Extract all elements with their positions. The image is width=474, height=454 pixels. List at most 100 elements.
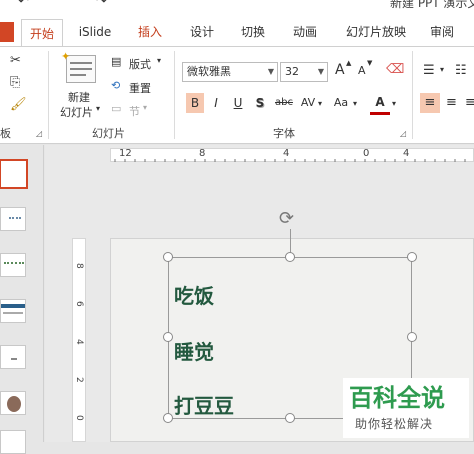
- align-center-icon[interactable]: ≡: [446, 95, 457, 110]
- down-arrow-icon: ▼: [367, 59, 373, 67]
- rotate-handle-icon[interactable]: ⟳: [279, 210, 294, 228]
- slide-thumbnail[interactable]: [0, 299, 26, 323]
- ruler-tick-label: 6: [74, 301, 84, 307]
- bold-button[interactable]: B: [186, 93, 204, 113]
- slide-thumbnail[interactable]: [0, 430, 26, 454]
- redo-icon[interactable]: ↷: [96, 0, 107, 9]
- slide-thumbnail[interactable]: [0, 207, 26, 231]
- ruler-tick-label: 12: [119, 148, 132, 159]
- resize-handle[interactable]: [407, 332, 417, 342]
- tab-insert[interactable]: 插入: [128, 18, 172, 46]
- font-group-label: 字体: [273, 127, 295, 140]
- numbering-icon[interactable]: ☷: [455, 63, 467, 78]
- tab-slideshow[interactable]: 幻灯片放映: [336, 18, 416, 46]
- font-launcher-icon[interactable]: ◿: [400, 129, 406, 138]
- slide-thumbnail[interactable]: [0, 253, 26, 277]
- slide-text-line[interactable]: 吃饭: [174, 280, 214, 309]
- chevron-down-icon: ▾: [440, 65, 445, 74]
- resize-handle[interactable]: [407, 252, 417, 262]
- font-name-value: 微软雅黑: [187, 65, 231, 78]
- decrease-font-button[interactable]: A: [358, 64, 366, 77]
- tab-islide[interactable]: iSlide: [72, 18, 118, 46]
- font-color-button[interactable]: A: [370, 93, 390, 115]
- slide-text-line[interactable]: 睡觉: [174, 336, 214, 365]
- font-size-value: 32: [285, 65, 299, 78]
- align-right-icon[interactable]: ≡: [465, 95, 474, 110]
- ruler-tick-label: 8: [74, 263, 84, 269]
- resize-handle[interactable]: [285, 252, 295, 262]
- chevron-down-icon: ▾: [143, 103, 148, 112]
- watermark-subtitle: 助你轻松解决: [355, 417, 434, 431]
- reset-icon[interactable]: ⟲: [111, 79, 120, 92]
- divider: [48, 51, 49, 139]
- new-slide-label[interactable]: 幻灯片: [60, 104, 93, 120]
- section-icon[interactable]: ▭: [111, 102, 121, 115]
- align-left-icon[interactable]: ≡: [420, 93, 440, 113]
- underline-button[interactable]: U: [230, 93, 246, 113]
- resize-handle[interactable]: [163, 332, 173, 342]
- tab-transitions[interactable]: 切换: [231, 18, 275, 46]
- chevron-down-icon: ▼: [267, 67, 274, 76]
- layout-icon[interactable]: ▤: [111, 55, 121, 68]
- resize-handle[interactable]: [285, 413, 295, 423]
- undo-icon[interactable]: ↶: [18, 0, 29, 9]
- increase-font-button[interactable]: A: [335, 62, 345, 78]
- vertical-ruler: 8 6 4 2 0: [72, 238, 86, 442]
- slide-thumbnail[interactable]: [0, 159, 28, 189]
- clipboard-launcher-icon[interactable]: ◿: [36, 129, 42, 138]
- divider: [412, 51, 413, 139]
- clipboard-group-label: 板: [0, 127, 11, 140]
- ruler-tick-label: 0: [363, 148, 370, 159]
- bullets-icon[interactable]: ☰: [423, 63, 435, 78]
- chevron-down-icon: ▼: [317, 67, 324, 76]
- chevron-down-icon: ▾: [157, 56, 162, 65]
- ribbon-tabs: 开始 iSlide 插入 设计 切换 动画 幻灯片放映 审阅: [0, 18, 474, 47]
- slide-thumbnail[interactable]: [0, 345, 26, 369]
- copy-icon[interactable]: ⎘: [10, 75, 20, 90]
- watermark: 百科全说 助你轻松解决: [343, 378, 469, 438]
- rotate-handle-line: [290, 229, 291, 254]
- clear-format-icon[interactable]: ⌫: [386, 62, 404, 77]
- format-painter-icon[interactable]: 🖌: [10, 97, 27, 112]
- horizontal-ruler: 12 8 4 0 4: [110, 148, 474, 162]
- italic-button[interactable]: I: [208, 93, 224, 113]
- font-size-combo[interactable]: 32 ▼: [280, 62, 328, 82]
- ruler-tick-label: 0: [74, 415, 84, 421]
- slide-text-line[interactable]: 打豆豆: [174, 390, 234, 419]
- ruler-tick-label: 4: [74, 339, 84, 345]
- tab-home[interactable]: 开始: [21, 19, 63, 47]
- layout-button[interactable]: 版式: [129, 56, 151, 72]
- shadow-button[interactable]: S: [252, 93, 268, 113]
- up-arrow-icon: ▲: [346, 59, 352, 67]
- ruler-tick-label: 4: [403, 148, 410, 159]
- file-tab[interactable]: [0, 22, 14, 42]
- title-bar: ↶ ↷ 新建 PPT 演示文: [0, 0, 474, 18]
- slides-group-label: 幻灯片: [92, 127, 125, 140]
- chevron-down-icon: ▾: [353, 99, 358, 108]
- tab-design[interactable]: 设计: [180, 18, 224, 46]
- chevron-down-icon: ▾: [318, 99, 323, 108]
- reset-button[interactable]: 重置: [129, 80, 151, 96]
- cut-icon[interactable]: ✂: [10, 53, 21, 68]
- slide-thumbnail[interactable]: [0, 391, 26, 415]
- slide-thumbnail-pane: [0, 145, 44, 454]
- new-slide-icon[interactable]: ✦: [61, 50, 96, 83]
- ruler-tick-label: 8: [199, 148, 206, 159]
- strikethrough-button[interactable]: abc: [272, 93, 296, 113]
- ribbon: ✂ ⎘ 🖌 板 ◿ ✦ 新建 幻灯片 ▾ ▤ 版式 ▾ ⟲ 重置 ▭ 节 ▾ 幻…: [0, 46, 474, 144]
- resize-handle[interactable]: [163, 252, 173, 262]
- new-slide-button[interactable]: 新建: [68, 89, 90, 105]
- char-spacing-button[interactable]: AV: [298, 93, 318, 113]
- divider: [174, 51, 175, 139]
- chevron-down-icon[interactable]: ▾: [96, 104, 100, 113]
- font-name-combo[interactable]: 微软雅黑 ▼: [182, 62, 278, 82]
- change-case-button[interactable]: Aa: [330, 93, 352, 113]
- tab-review[interactable]: 审阅: [420, 18, 464, 46]
- resize-handle[interactable]: [163, 413, 173, 423]
- tab-animations[interactable]: 动画: [283, 18, 327, 46]
- watermark-title: 百科全说: [349, 384, 445, 412]
- section-button[interactable]: 节: [129, 103, 140, 119]
- chevron-down-icon: ▾: [392, 99, 397, 108]
- window-title: 新建 PPT 演示文: [390, 0, 474, 10]
- ruler-tick-label: 2: [74, 377, 84, 383]
